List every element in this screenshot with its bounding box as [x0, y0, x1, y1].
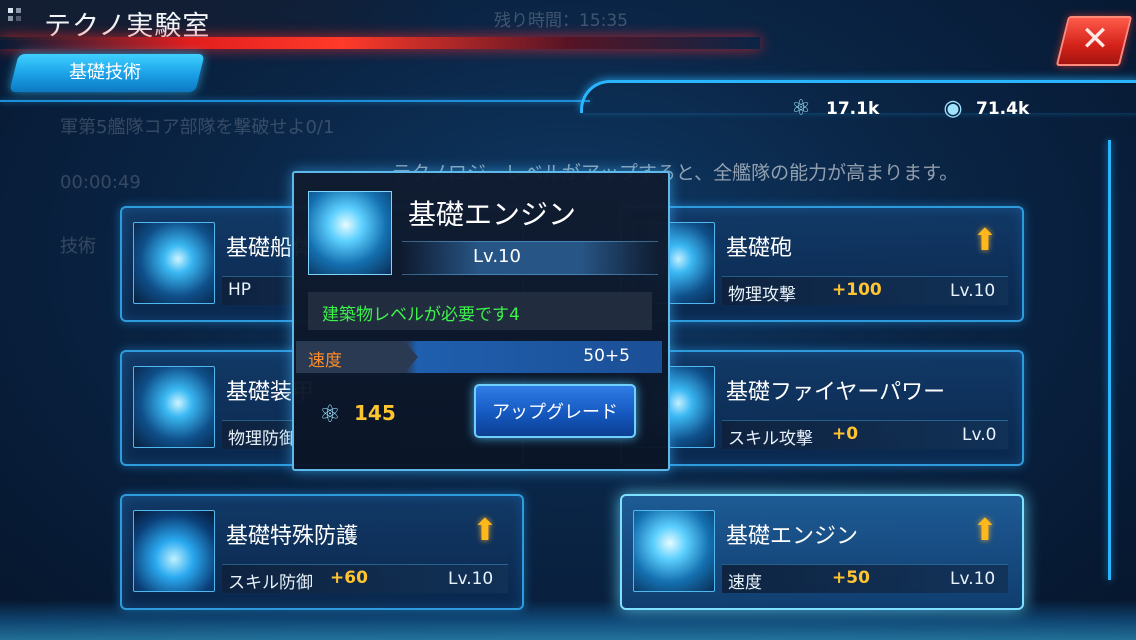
armor-thumbnail [133, 366, 215, 448]
card-name: 基礎エンジン [726, 524, 859, 549]
menu-dots-icon [8, 8, 30, 30]
card-stat-name: HP [228, 280, 252, 300]
robot-head-icon: ◉ [943, 96, 963, 121]
upgrade-arrow-icon: ⬆ [972, 223, 998, 258]
card-stat-bonus: +100 [832, 280, 882, 300]
popup-cost: 145 [354, 401, 396, 425]
background-mission-timer: 00:00:49 [60, 172, 141, 193]
card-name: 基礎ファイヤーパワー [726, 380, 946, 405]
popup-level: Lv.10 [473, 246, 521, 267]
tab-basic-tech-label[interactable]: 基礎技術 [30, 58, 180, 88]
engine-thumbnail [633, 510, 715, 592]
background-tech-label: 技術 [60, 236, 96, 257]
card-level: Lv.10 [950, 569, 996, 589]
material-value: 71.4k [976, 99, 1030, 119]
atom-icon: ⚛ [319, 400, 341, 428]
background-mission: 軍第5艦隊コア部隊を撃破せよ0/1 [60, 117, 335, 138]
card-level: Lv.10 [448, 569, 494, 589]
popup-title: 基礎エンジン [408, 198, 577, 231]
hull-thumbnail [133, 222, 215, 304]
close-x-icon[interactable]: ✕ [1075, 16, 1115, 62]
background-timer: 残り時間：15:35 [494, 11, 628, 31]
popup-requirement: 建築物レベルが必要です4 [322, 305, 520, 325]
card-stat-name: 速度 [728, 573, 762, 593]
tech-points-value: 17.1k [826, 99, 880, 119]
card-name: 基礎砲 [726, 236, 793, 261]
popup-stat-arrow [404, 341, 418, 373]
upgrade-button[interactable]: アップグレード [474, 384, 636, 438]
header-red-glow [0, 37, 760, 49]
frame-border-right [1108, 140, 1111, 580]
upgrade-arrow-icon: ⬆ [972, 513, 998, 548]
card-stat-name: 物理防御 [228, 429, 296, 449]
card-stat-name: スキル攻撃 [728, 429, 813, 449]
card-level: Lv.0 [962, 425, 997, 445]
atom-icon: ⚛ [791, 96, 811, 121]
card-stat-bonus: +60 [330, 568, 368, 588]
popup-engine-thumbnail [308, 191, 392, 275]
upgrade-arrow-icon: ⬆ [472, 513, 498, 548]
card-level: Lv.10 [950, 281, 996, 301]
popup-stat-value: 50+5 [583, 346, 630, 366]
card-stat-bonus: +0 [832, 424, 859, 444]
card-stat-bonus: +50 [832, 568, 870, 588]
popup-stat-name: 速度 [308, 351, 342, 371]
card-name: 基礎特殊防護 [226, 524, 359, 549]
card-stat-name: 物理攻撃 [728, 285, 796, 305]
special-defense-thumbnail [133, 510, 215, 592]
card-stat-name: スキル防御 [228, 573, 313, 593]
frame-line [0, 100, 590, 102]
